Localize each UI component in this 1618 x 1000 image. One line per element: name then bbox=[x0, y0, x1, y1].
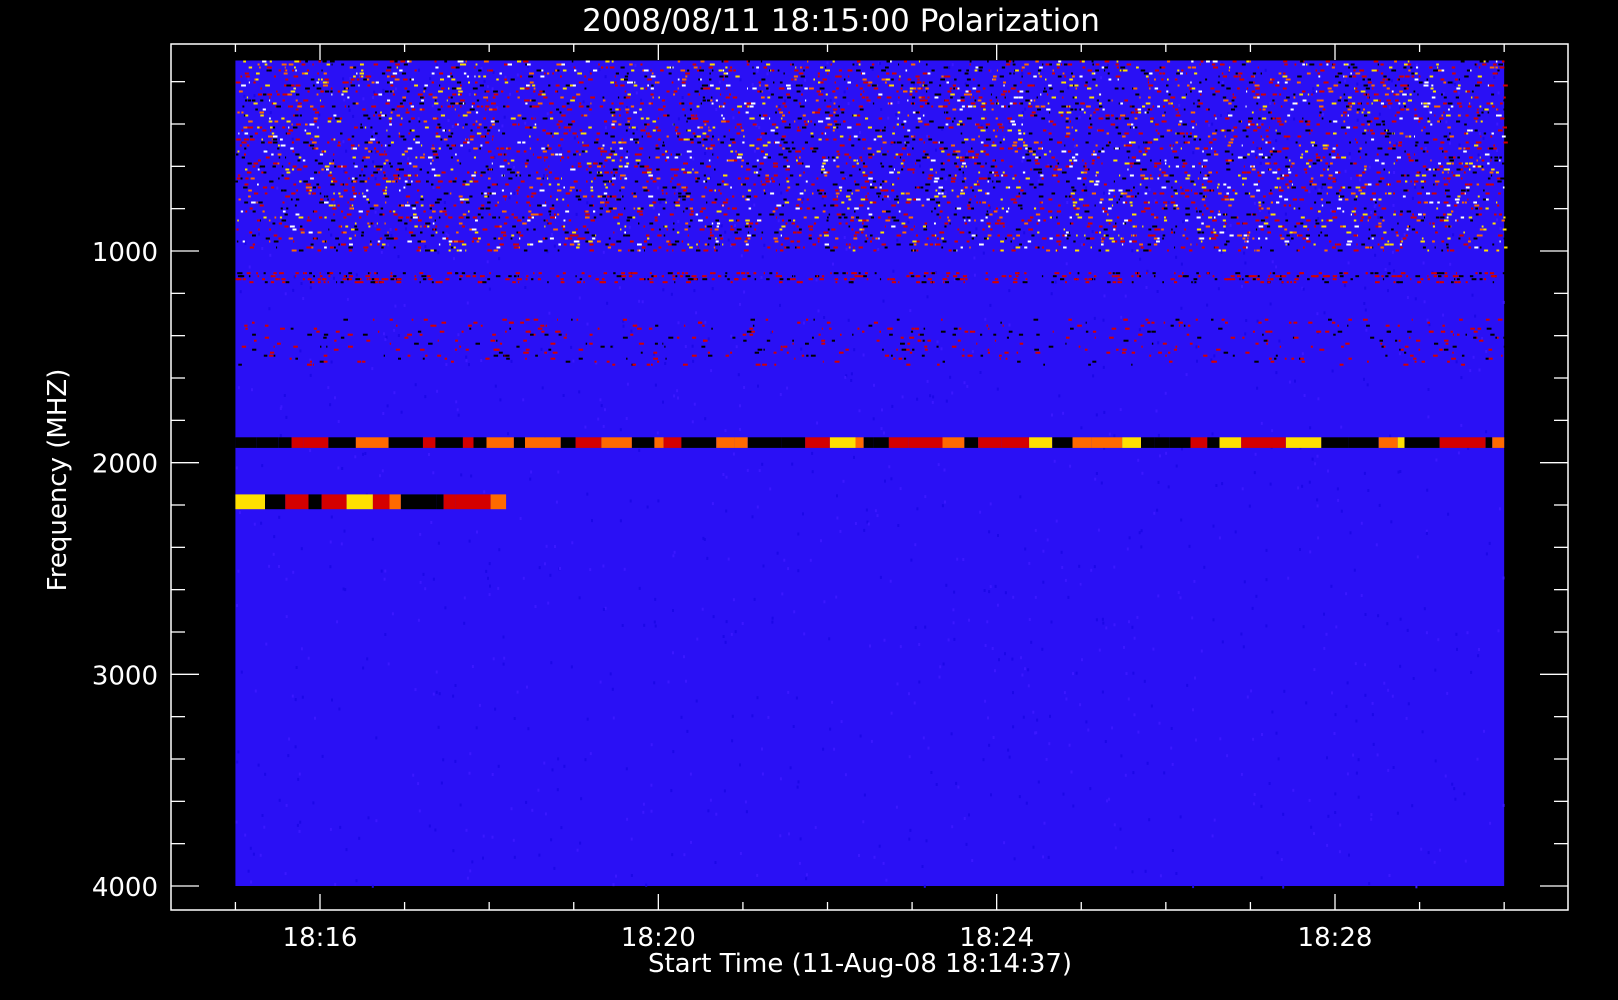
y-tick-label: 2000 bbox=[92, 450, 158, 480]
y-axis-label: Frequency (MHZ) bbox=[43, 369, 73, 592]
plot-area bbox=[235, 60, 1509, 889]
y-tick-label: 4000 bbox=[92, 873, 158, 903]
heatmap-feature-3 bbox=[235, 437, 1505, 448]
y-tick-label: 3000 bbox=[92, 661, 158, 691]
heatmap-feature-4 bbox=[235, 494, 507, 510]
y-tick-label: 1000 bbox=[92, 238, 158, 268]
chart-title: 2008/08/11 18:15:00 Polarization bbox=[582, 3, 1100, 39]
x-tick-label: 18:28 bbox=[1298, 923, 1373, 953]
x-axis-label: Start Time (11-Aug-08 18:14:37) bbox=[648, 949, 1072, 979]
spectrogram-chart: 2008/08/11 18:15:00 Polarization 18:16 18… bbox=[0, 0, 1618, 1000]
x-tick-label: 18:16 bbox=[283, 923, 358, 953]
